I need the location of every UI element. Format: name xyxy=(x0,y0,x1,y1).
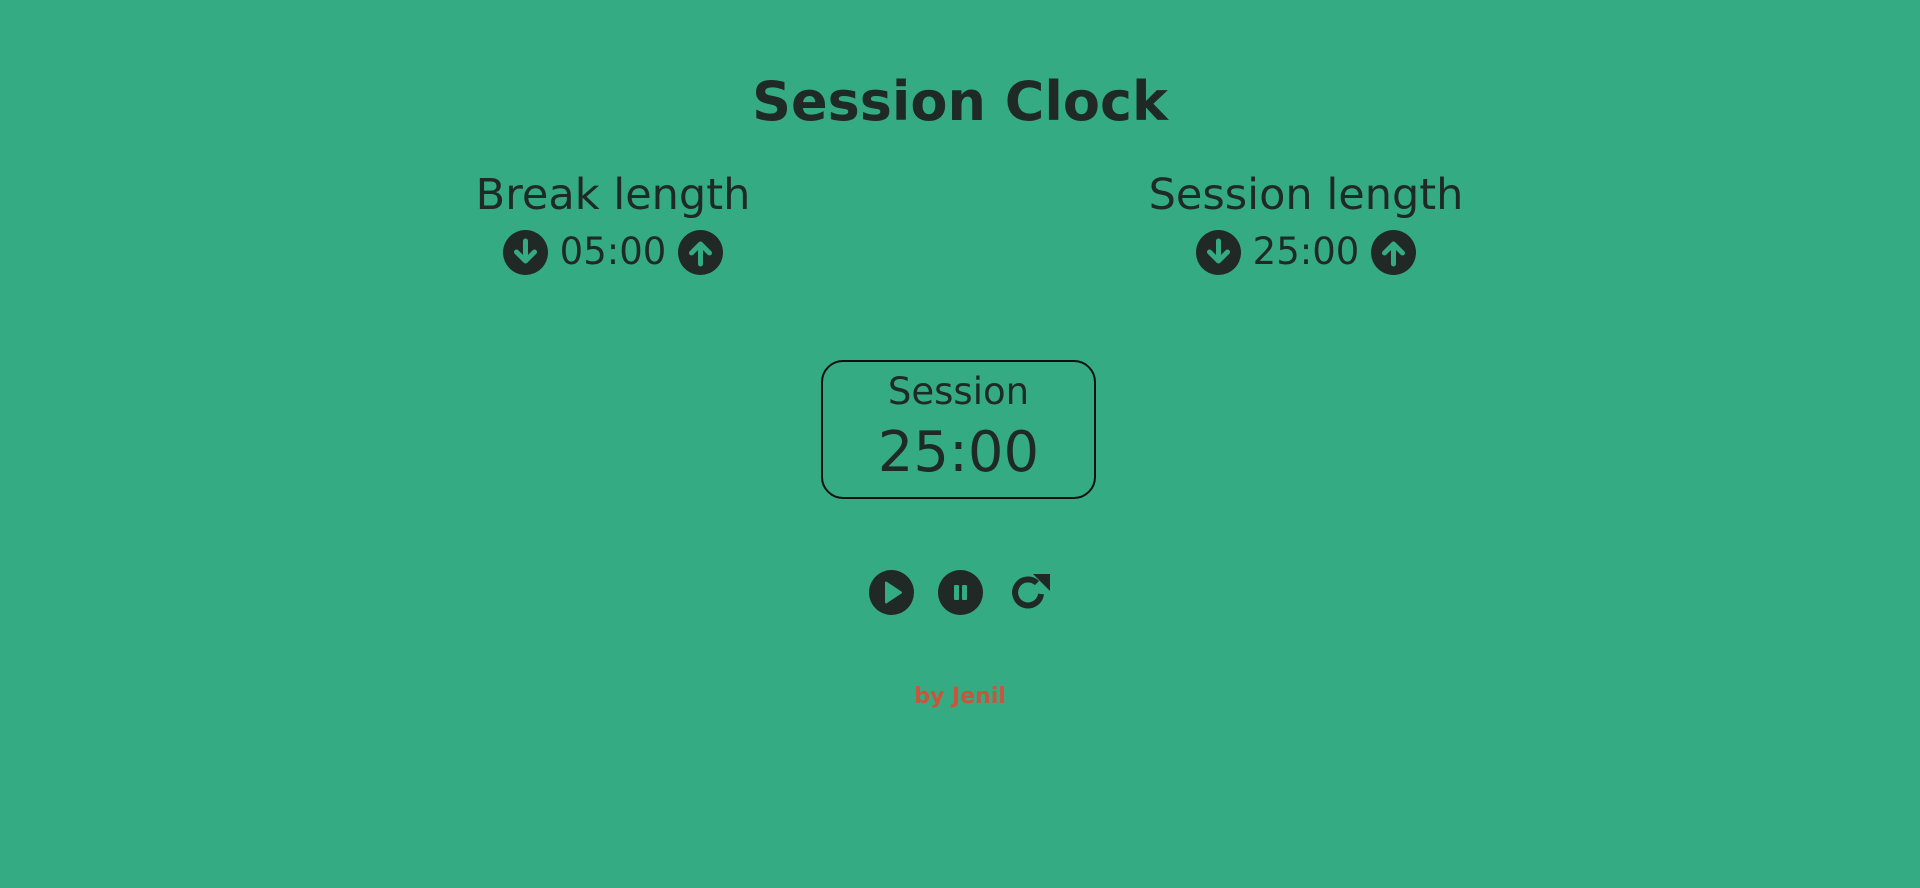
arrow-circle-up-icon xyxy=(1382,241,1406,266)
session-increment-button[interactable] xyxy=(1371,229,1417,275)
break-length-label: Break length xyxy=(475,170,751,220)
play-button[interactable] xyxy=(868,570,914,615)
arrow-circle-down-icon xyxy=(1206,238,1230,263)
break-increment-button[interactable] xyxy=(678,229,724,275)
pause-circle-icon xyxy=(953,585,967,600)
session-clock-page: Session Clock Break length 05:00 Session… xyxy=(0,0,1920,888)
reset-icon xyxy=(1011,574,1050,609)
session-decrement-button[interactable] xyxy=(1195,229,1241,275)
break-decrement-button[interactable] xyxy=(502,229,548,275)
timer-value: 25:00 xyxy=(877,420,1040,485)
arrow-circle-down-icon xyxy=(513,238,537,263)
session-length-controls: 25:00 xyxy=(1096,228,1516,276)
timer-label: Session xyxy=(887,370,1030,413)
timer-display: Session 25:00 xyxy=(821,360,1096,499)
session-length-value: 25:00 xyxy=(1252,230,1360,273)
break-length-controls: 05:00 xyxy=(403,228,823,276)
break-length-value: 05:00 xyxy=(559,230,667,273)
author-credit-link[interactable]: by Jenil xyxy=(0,684,1920,709)
page-title: Session Clock xyxy=(752,70,1168,133)
session-length-panel: Session length 25:00 xyxy=(1096,166,1516,276)
timer-controls xyxy=(0,570,1920,615)
play-circle-icon xyxy=(884,581,902,604)
reset-button[interactable] xyxy=(1007,570,1052,615)
arrow-circle-up-icon xyxy=(689,241,713,266)
break-length-panel: Break length 05:00 xyxy=(403,166,823,276)
pause-button[interactable] xyxy=(937,570,983,615)
session-length-label: Session length xyxy=(1148,170,1464,220)
